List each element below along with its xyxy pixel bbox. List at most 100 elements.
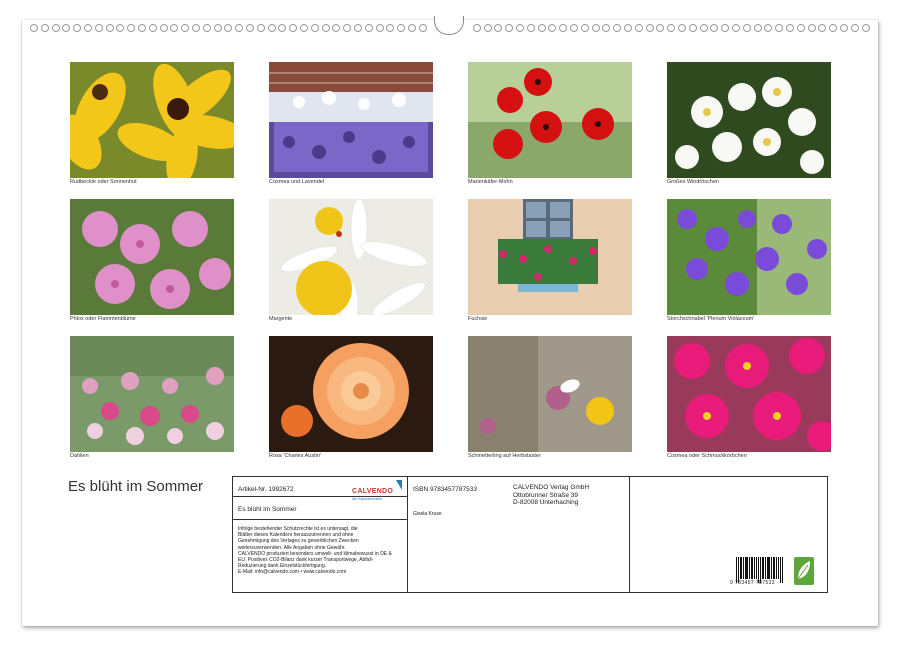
binding-ring — [516, 24, 524, 32]
eco-leaf-icon — [794, 557, 814, 585]
binding-ring — [332, 24, 341, 32]
photo-caption: Margerite — [269, 316, 293, 322]
photo-caption: Fuchsie — [468, 316, 488, 322]
binding-ring — [494, 24, 503, 32]
photo-caption: Großes Windröschen — [667, 179, 719, 185]
binding-ring — [343, 24, 352, 32]
binding-ring — [526, 24, 535, 32]
binding-ring — [267, 24, 276, 32]
binding-ring — [397, 24, 406, 32]
binding-ring — [73, 24, 82, 32]
binding-ring — [624, 24, 632, 32]
binding-ring — [710, 24, 719, 32]
photo-margerite — [269, 199, 433, 315]
binding-ring — [840, 24, 848, 32]
binding-ring — [170, 24, 179, 32]
photo-caption: Storchschnabel 'Plenum Violaceum' — [667, 316, 755, 322]
binding-ring — [602, 24, 611, 32]
binding-ring — [678, 24, 686, 32]
legal-text: Infolge bestehender Schutzrechte ist es … — [238, 526, 392, 576]
binding-ring — [94, 24, 103, 32]
binding-ring — [764, 24, 773, 32]
photo-phlox — [70, 199, 234, 315]
binding-ring — [559, 24, 568, 32]
binding-ring — [148, 24, 157, 32]
binding-ring — [354, 24, 362, 32]
binding-ring — [656, 24, 665, 32]
isbn: ISBN 9783457787533 — [413, 486, 477, 493]
photo-schmetterling — [468, 336, 632, 452]
binding-ring — [667, 24, 676, 32]
binding-ring — [829, 24, 838, 32]
binding-ring — [30, 24, 38, 32]
binding-ring — [105, 24, 114, 32]
binding-ring — [753, 24, 762, 32]
binding-ring — [850, 24, 859, 32]
photo-caption: Cosmea oder Schmuckkörbchen — [667, 453, 747, 459]
photo-caption: Schmetterling auf Herbstaster — [468, 453, 541, 459]
photo-rosa — [269, 336, 433, 452]
binding-ring — [408, 24, 416, 32]
binding-ring — [127, 24, 136, 32]
info-title: Es blüht im Sommer — [238, 506, 297, 513]
photo-caption: Rudbeckie oder Sonnenhut — [70, 179, 137, 185]
binding-ring — [472, 24, 481, 32]
publisher-address: CALVENDO Verlag GmbH Ottobrunner Straße … — [513, 484, 590, 506]
binding-ring — [202, 24, 211, 32]
photo-cosmea-lavendel — [269, 62, 433, 178]
binding-ring — [537, 24, 546, 32]
photo-caption: Rosa 'Charles Austin' — [269, 453, 321, 459]
photo-dahlien — [70, 336, 234, 452]
binding-ring — [861, 24, 870, 32]
binding-ring — [775, 24, 784, 32]
binding-ring — [40, 24, 49, 32]
photo-fuchsie — [468, 199, 632, 315]
photo-rudbeckie — [70, 62, 234, 178]
binding-ring — [786, 24, 794, 32]
binding-ring — [278, 24, 287, 32]
article-number: Artikel-Nr. 1992672 — [238, 486, 294, 493]
binding-ring — [732, 24, 740, 32]
binding-ring — [483, 24, 492, 32]
binding-ring — [84, 24, 92, 32]
photo-caption: Dahlien — [70, 453, 89, 459]
calendar-title: Es blüht im Sommer — [68, 478, 204, 495]
binding-ring — [51, 24, 60, 32]
binding-ring — [688, 24, 697, 32]
binding-ring — [796, 24, 805, 32]
binding-ring — [289, 24, 298, 32]
binding-ring — [591, 24, 600, 32]
binding-ring — [159, 24, 168, 32]
photo-windroeschen — [667, 62, 831, 178]
photo-mohn — [468, 62, 632, 178]
binding-ring — [192, 24, 200, 32]
binding-ring — [570, 24, 578, 32]
binding-ring — [634, 24, 643, 32]
photo-storchschnabel — [667, 199, 831, 315]
binding-ring — [505, 24, 514, 32]
photo-cosmea — [667, 336, 831, 452]
binding-ring — [224, 24, 233, 32]
binding-ring — [645, 24, 654, 32]
photo-caption: Marienkäfer-Mohn — [468, 179, 513, 185]
binding-ring — [418, 24, 427, 32]
binding-ring — [235, 24, 244, 32]
binding-ring — [613, 24, 622, 32]
binding-ring — [256, 24, 265, 32]
binding-ring — [548, 24, 557, 32]
binding-ring — [721, 24, 730, 32]
binding-ring — [116, 24, 125, 32]
calvendo-logo: CALVENDO Die Kalendermarke — [352, 480, 402, 501]
binding-ring — [742, 24, 751, 32]
binding-ring — [364, 24, 373, 32]
binding-ring — [246, 24, 254, 32]
binding-ring — [699, 24, 708, 32]
binding-ring — [386, 24, 395, 32]
barcode-number: 9 783457 787533 — [730, 580, 775, 586]
binding-ring — [375, 24, 384, 32]
binding-ring — [321, 24, 330, 32]
photo-caption: Cosmea und Lavendel — [269, 179, 325, 185]
photo-caption: Phlox oder Flammenblume — [70, 316, 136, 322]
binding-ring — [181, 24, 190, 32]
binding-ring — [580, 24, 589, 32]
